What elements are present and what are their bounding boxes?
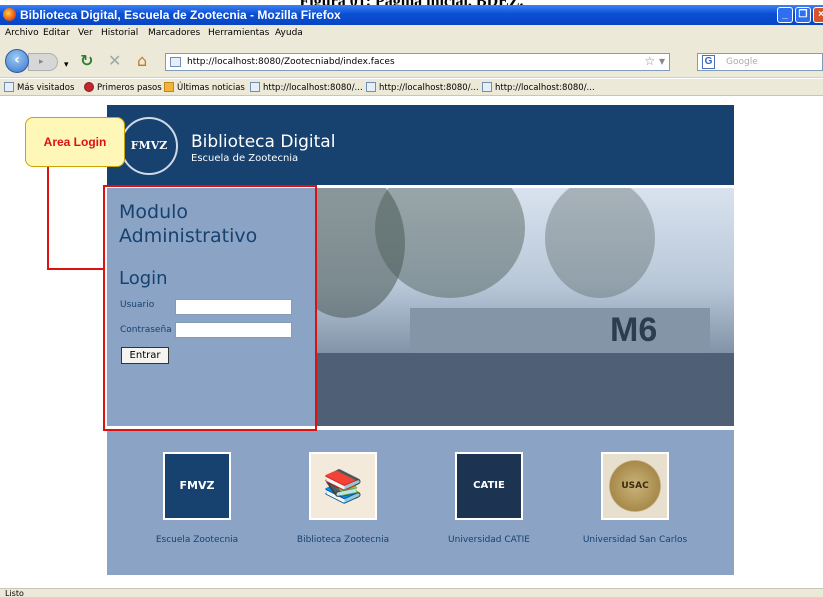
catie-logo: CATIE <box>455 452 523 520</box>
menu-marcadores[interactable]: Marcadores <box>148 28 200 38</box>
menu-bar: Archivo Editar Ver Historial Marcadores … <box>0 25 823 42</box>
building-sign: M6 <box>610 311 658 349</box>
firefox-icon <box>3 8 16 21</box>
campus-photo: M6 <box>285 188 734 426</box>
partner-name: Escuela Zootecnia <box>155 535 239 545</box>
google-search-icon[interactable]: G <box>702 55 715 69</box>
usac-seal-logo: USAC <box>601 452 669 520</box>
area-login-callout: Area Login <box>25 117 125 167</box>
address-bar[interactable]: http://localhost:8080/Zootecniabd/index.… <box>165 53 670 71</box>
site-subtitle: Escuela de Zootecnia <box>191 153 299 164</box>
forward-button[interactable]: ▸ <box>28 53 58 71</box>
partner-universidad-san-carlos[interactable]: USAC Universidad San Carlos <box>560 452 710 545</box>
callout-connector <box>47 268 103 270</box>
menu-herramientas[interactable]: Herramientas <box>208 28 269 38</box>
page-icon <box>482 82 492 92</box>
site-title: Biblioteca Digital <box>191 132 336 152</box>
address-url: http://localhost:8080/Zootecniabd/index.… <box>187 57 395 67</box>
callout-connector <box>47 167 49 270</box>
page-icon <box>250 82 260 92</box>
close-button[interactable]: × <box>813 7 823 23</box>
partner-name: Universidad CATIE <box>448 535 530 545</box>
bookmark-localhost-3[interactable]: http://localhost:8080/... <box>482 82 595 93</box>
window-titlebar: Biblioteca Digital, Escuela de Zootecnia… <box>0 5 823 25</box>
bookmarks-bar: Más visitados Primeros pasos Últimas not… <box>0 79 823 96</box>
menu-editar[interactable]: Editar <box>43 28 70 38</box>
navigation-toolbar: ▸ ‹ ▾ ↻ ✕ ⌂ http://localhost:8080/Zootec… <box>0 42 823 78</box>
bookmark-star-icon[interactable]: ☆ ▾ <box>644 54 665 68</box>
bookmark-ultimas-noticias[interactable]: Últimas noticias <box>164 82 245 93</box>
menu-ayuda[interactable]: Ayuda <box>275 28 303 38</box>
minimize-button[interactable]: _ <box>777 7 793 23</box>
firefox-bookmark-icon <box>84 82 94 92</box>
bookmark-mas-visitados[interactable]: Más visitados <box>4 82 74 93</box>
bookmark-localhost-2[interactable]: http://localhost:8080/... <box>366 82 479 93</box>
menu-historial[interactable]: Historial <box>101 28 138 38</box>
bookmark-localhost-1[interactable]: http://localhost:8080/... <box>250 82 363 93</box>
page-icon <box>366 82 376 92</box>
partners-footer: FMVZ Escuela Zootecnia 📚 Biblioteca Zoot… <box>107 430 734 575</box>
page-favicon <box>170 57 181 67</box>
parking-lot-shape <box>315 353 734 426</box>
partner-universidad-catie[interactable]: CATIE Universidad CATIE <box>414 452 564 545</box>
menu-archivo[interactable]: Archivo <box>5 28 39 38</box>
reload-icon[interactable]: ↻ <box>80 52 93 70</box>
site-header: FMVZ Biblioteca Digital Escuela de Zoote… <box>107 105 734 185</box>
rss-icon <box>164 82 174 92</box>
maximize-button[interactable]: ❐ <box>795 7 811 23</box>
books-logo: 📚 <box>309 452 377 520</box>
fmvz-logo: FMVZ <box>163 452 231 520</box>
bookmark-primeros-pasos[interactable]: Primeros pasos <box>84 82 162 93</box>
tree-shape <box>375 188 525 298</box>
tree-shape <box>545 188 655 298</box>
search-placeholder: Google <box>726 57 758 67</box>
stop-icon[interactable]: ✕ <box>108 52 121 70</box>
partner-biblioteca-zootecnia[interactable]: 📚 Biblioteca Zootecnia <box>268 452 418 545</box>
login-area-highlight <box>103 185 317 431</box>
partner-name: Universidad San Carlos <box>582 535 688 545</box>
partner-name: Biblioteca Zootecnia <box>296 535 390 545</box>
menu-ver[interactable]: Ver <box>78 28 93 38</box>
back-button[interactable]: ‹ <box>5 49 29 73</box>
home-icon[interactable]: ⌂ <box>137 52 147 70</box>
fmvz-seal-logo: FMVZ <box>120 117 178 175</box>
partner-escuela-zootecnia[interactable]: FMVZ Escuela Zootecnia <box>122 452 272 545</box>
search-box[interactable]: G Google <box>697 53 823 71</box>
history-dropdown-icon[interactable]: ▾ <box>64 56 69 74</box>
status-bar: Listo <box>0 588 823 597</box>
bookmark-folder-icon <box>4 82 14 92</box>
window-title: Biblioteca Digital, Escuela de Zootecnia… <box>20 8 341 22</box>
